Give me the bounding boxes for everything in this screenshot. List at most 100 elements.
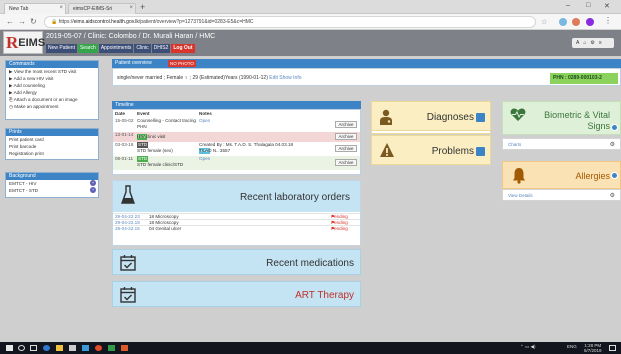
mail-icon[interactable] (82, 345, 89, 351)
close-tab-icon[interactable]: × (59, 5, 63, 11)
table-row[interactable]: 03-03-18 STD STD female (sex) Created By… (113, 142, 360, 156)
table-row[interactable]: 08-01-11 STD STD female clinic/STD Open … (113, 156, 360, 170)
new-tab-icon[interactable]: + (140, 2, 145, 12)
registration-print[interactable]: Registration print (6, 150, 98, 157)
recent-medications-panel[interactable]: Recent medications (112, 249, 361, 275)
search-icon[interactable] (18, 345, 25, 351)
url-field[interactable]: 🔒 https://eims.aidscontrol.health.gov.lk… (44, 16, 536, 28)
clock[interactable]: 1:28 PM 5/7/2019 (584, 343, 602, 353)
task-view-icon[interactable] (30, 345, 37, 351)
show-info-link[interactable]: Show Info (279, 75, 301, 81)
problems-panel[interactable]: Problems (371, 135, 491, 165)
archive-button[interactable]: Archive (335, 159, 357, 166)
table-row[interactable]: 13-01-14 HIV HIV clinic visit Archive (113, 132, 360, 142)
tray-icons[interactable]: ⌃ ▭ ◀) (520, 344, 535, 350)
cmd-add-hiv-visit[interactable]: ▶ Add a new HIV visit (6, 75, 98, 82)
print-patient-card[interactable]: Print patient card (6, 136, 98, 143)
notifications-icon[interactable] (609, 345, 616, 351)
allergies-panel[interactable]: Allergies (502, 161, 621, 189)
cmd-add-counseling[interactable]: ▶ Add counseling (6, 82, 98, 89)
add-badge-icon[interactable]: + (90, 180, 96, 186)
allergies-details-row[interactable]: View Details ⚙ (502, 189, 621, 201)
add-allergy-icon[interactable] (611, 172, 618, 179)
close-window-icon[interactable]: ✕ (604, 2, 610, 10)
profile-icon[interactable] (586, 18, 594, 26)
start-icon[interactable] (6, 345, 13, 351)
patient-overview-header: Patient overview NO PHOTO (112, 59, 621, 68)
settings-icon[interactable]: ⚙ (610, 192, 615, 199)
archive-button[interactable]: Archive (335, 121, 357, 128)
cmd-add-allergy[interactable]: ▶ Add Allergy (6, 89, 98, 96)
edit-diagnoses-icon[interactable] (476, 113, 485, 122)
visit-tag: STD (137, 156, 149, 162)
edit-problems-icon[interactable] (476, 147, 485, 156)
eims-logo[interactable]: REIMS (3, 31, 45, 54)
forward-icon[interactable]: → (18, 17, 26, 26)
calendar-check-icon (120, 287, 136, 303)
minimize-icon[interactable]: – (566, 2, 570, 9)
extension-icon[interactable] (572, 18, 580, 26)
chrome-icon[interactable] (95, 345, 102, 351)
biometric-panel[interactable]: Biometric & Vital Signs (502, 101, 621, 135)
background-item-emtct-hiv[interactable]: EMTCT - HIV + (6, 180, 98, 187)
settings-icon[interactable]: ⚙ (590, 40, 594, 46)
cmd-view-std-visit[interactable]: ▶ View the most recent STD visit (6, 68, 98, 75)
biometric-charts-row[interactable]: Charts ⚙ (502, 138, 621, 150)
browser-menu-icon[interactable]: ⋮ (604, 16, 612, 25)
lab-orders-header[interactable]: Recent laboratory orders (113, 181, 360, 212)
tab-title: eimsCP-EIMS-Sri (73, 6, 113, 12)
logout-button[interactable]: Log Out (171, 44, 195, 53)
reload-icon[interactable]: ↻ (30, 17, 37, 26)
view-details-link[interactable]: View Details (508, 193, 533, 198)
art-therapy-panel[interactable]: ART Therapy (112, 281, 361, 307)
app-icon[interactable] (108, 345, 115, 351)
lab-orders-title: Recent laboratory orders (239, 192, 350, 203)
cmd-make-appointment[interactable]: ◷ Make an appointment (6, 103, 98, 110)
add-biometric-icon[interactable] (611, 124, 618, 131)
dhis2-button[interactable]: DHIS2 (151, 44, 171, 53)
search-button[interactable]: Search (77, 44, 98, 53)
appointments-button[interactable]: Appointments (98, 44, 134, 53)
table-row[interactable]: 15-05-02 Counselling - Contact tracing P… (113, 118, 360, 132)
timeline-table: Date Event Notes 15-05-02 Counselling - … (112, 109, 361, 175)
app-icon[interactable] (121, 345, 128, 351)
lab-orders-panel: Recent laboratory orders 29-04-22.23 18 … (112, 180, 361, 246)
commands-title: Commands (6, 61, 98, 68)
settings-icon[interactable]: ⚙ (610, 141, 615, 148)
extension-icon[interactable] (559, 18, 567, 26)
font-size-icon[interactable]: A (576, 40, 579, 46)
header-toggles[interactable]: A ⌂ ⚙ ≡ (572, 38, 614, 48)
commands-panel: Commands ▶ View the most recent STD visi… (5, 60, 99, 120)
archive-button[interactable]: Archive (335, 145, 357, 152)
back-icon[interactable]: ← (6, 17, 14, 26)
clinic-button[interactable]: Clinic (134, 44, 151, 53)
browser-tab-eims[interactable]: eimsCP-EIMS-Sri × (68, 3, 136, 14)
add-badge-icon[interactable]: + (90, 187, 96, 193)
diagnoses-list (371, 131, 491, 134)
prints-title: Prints (6, 129, 98, 136)
visit-tag: STD (137, 142, 149, 148)
cmd-attach-document[interactable]: ⎘ Attach a document or an image (6, 96, 98, 103)
file-explorer-icon[interactable] (56, 345, 63, 351)
new-patient-button[interactable]: New Patient (46, 44, 77, 53)
print-barcode[interactable]: Print barcode (6, 143, 98, 150)
edit-link[interactable]: Edit (269, 75, 278, 81)
home-icon[interactable]: ⌂ (583, 40, 586, 46)
archive-button[interactable]: Archive (335, 133, 357, 140)
url-prefix: https:// (58, 19, 74, 25)
menu-icon[interactable]: ≡ (599, 40, 602, 46)
maximize-icon[interactable]: □ (586, 2, 590, 9)
close-tab-icon[interactable]: × (129, 5, 133, 11)
store-icon[interactable] (69, 345, 76, 351)
background-item-emtct-std[interactable]: EMTCT - STD + (6, 187, 98, 194)
bookmark-star-icon[interactable]: ☆ (541, 18, 547, 26)
art-therapy-title: ART Therapy (295, 290, 354, 301)
patient-overview: Patient overview NO PHOTO single/never m… (112, 59, 621, 86)
browser-tab-new[interactable]: New Tab × (4, 3, 66, 14)
table-row[interactable]: 29-04-22.15 04 Genital ulcer ⚑ Pending (113, 225, 360, 231)
charts-link[interactable]: Charts (508, 142, 521, 147)
patient-info-row: single/never married ; Female ♀ ; 29 (Es… (112, 68, 621, 86)
diagnoses-panel[interactable]: Diagnoses (371, 101, 491, 131)
language-indicator[interactable]: ENG (567, 344, 577, 349)
edge-icon[interactable] (43, 345, 50, 351)
